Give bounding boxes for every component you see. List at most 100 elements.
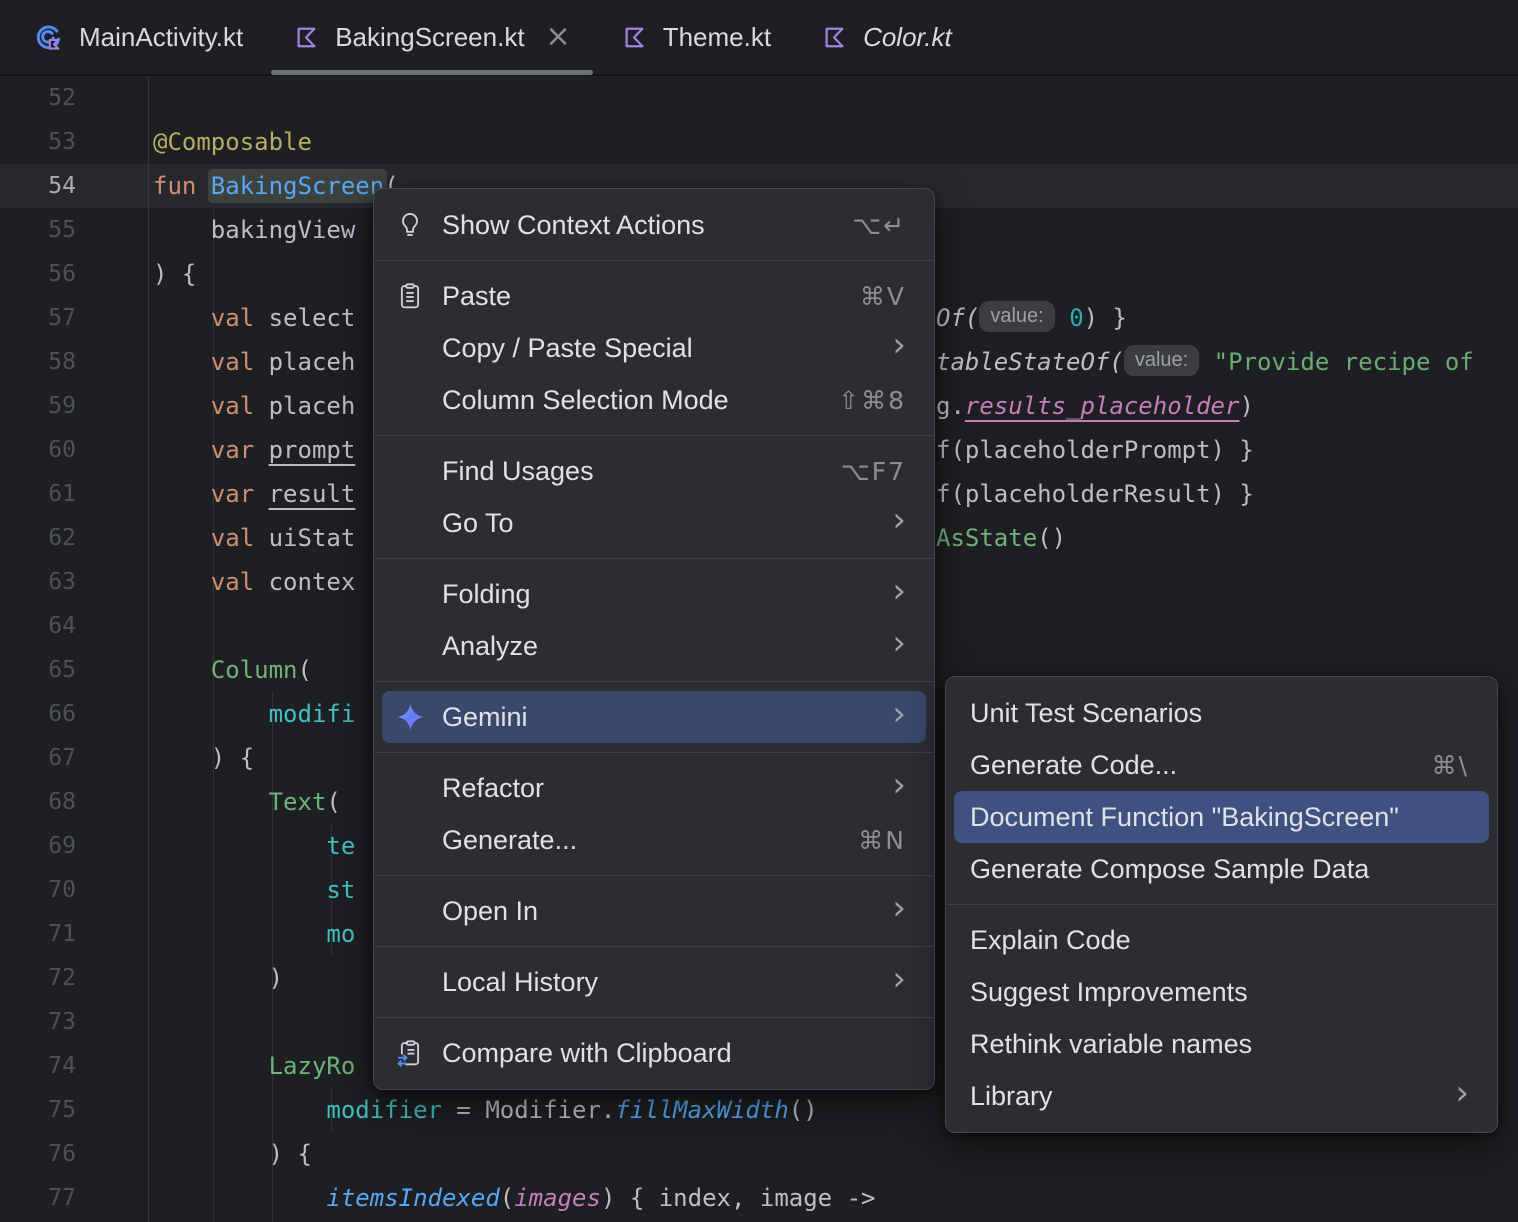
menu-item-find-usages[interactable]: Find Usages ⌥F7 [382, 445, 926, 497]
menu-item-label: Column Selection Mode [442, 384, 729, 415]
menu-item-unit-test-scenarios[interactable]: Unit Test Scenarios [954, 687, 1489, 739]
line-number[interactable]: 59 [0, 384, 76, 428]
code-fragment-right: tableStateOf(value: "Provide recipe of [936, 340, 1474, 384]
editor-gutter: 52 53 54 55 56 57 58 59 60 61 62 63 64 65 66 67 68 69 70 71… [0, 76, 149, 1222]
shortcut-hint: ⌘N [858, 825, 906, 855]
kotlin-main-icon [33, 22, 64, 53]
line-number[interactable]: 62 [0, 516, 76, 560]
line-number[interactable]: 60 [0, 428, 76, 472]
editor-tab-bar: MainActivity.kt BakingScreen.kt × Theme.kt C… [0, 0, 1518, 76]
menu-item-go-to[interactable]: Go To › [382, 497, 926, 549]
menu-item-gemini[interactable]: Gemini › [382, 691, 926, 743]
line-number[interactable]: 65 [0, 648, 76, 692]
line-number[interactable]: 69 [0, 824, 76, 868]
close-tab-icon[interactable]: × [546, 22, 571, 52]
line-number[interactable]: 77 [0, 1176, 76, 1220]
editor-context-menu: Show Context Actions ⌥↵ Paste ⌘V Copy / Past… [373, 188, 935, 1090]
menu-item-open-in[interactable]: Open In › [382, 885, 926, 937]
menu-item-label: Open In [442, 895, 539, 926]
menu-item-refactor[interactable]: Refactor › [382, 762, 926, 814]
menu-item-rethink-variable-names[interactable]: Rethink variable names [954, 1018, 1489, 1070]
line-number[interactable]: 61 [0, 472, 76, 516]
menu-item-suggest-improvements[interactable]: Suggest Improvements [954, 966, 1489, 1018]
tab-bakingscreen-kt[interactable]: BakingScreen.kt × [268, 0, 595, 75]
line-number[interactable]: 58 [0, 340, 76, 384]
line-number[interactable]: 74 [0, 1044, 76, 1088]
kotlin-file-icon [821, 24, 848, 51]
menu-item-paste[interactable]: Paste ⌘V [382, 270, 926, 322]
inlay-hint-value: value: [979, 300, 1055, 332]
tab-label: Color.kt [863, 21, 952, 52]
menu-item-label: Find Usages [442, 455, 594, 486]
menu-item-copy-paste-special[interactable]: Copy / Paste Special › [382, 322, 926, 374]
line-number[interactable]: 73 [0, 1000, 76, 1044]
menu-item-label: Paste [442, 280, 512, 311]
menu-item-label: Analyze [442, 630, 539, 661]
menu-item-column-selection-mode[interactable]: Column Selection Mode ⇧⌘8 [382, 374, 926, 426]
shortcut-hint: ⌘V [859, 281, 906, 311]
clipboard-icon [395, 281, 425, 311]
line-number[interactable]: 70 [0, 868, 76, 912]
menu-item-folding[interactable]: Folding › [382, 568, 926, 620]
menu-item-label: Local History [442, 966, 599, 997]
code-fragment-right: Of(value: 0) } [936, 296, 1127, 340]
code-line-52[interactable] [153, 76, 1518, 120]
menu-item-label: Unit Test Scenarios [970, 697, 1203, 728]
tab-theme-kt[interactable]: Theme.kt [596, 0, 796, 74]
line-number[interactable]: 64 [0, 604, 76, 648]
menu-item-label: Folding [442, 578, 531, 609]
menu-item-label: Refactor [442, 772, 545, 803]
line-number[interactable]: 54 [0, 164, 76, 208]
menu-item-label: Document Function "BakingScreen" [970, 801, 1399, 832]
code-fragment-right: f(placeholderResult) } [936, 480, 1254, 508]
menu-item-compare-with-clipboard[interactable]: Compare with Clipboard [382, 1027, 926, 1079]
menu-item-local-history[interactable]: Local History › [382, 956, 926, 1008]
clipboard-compare-icon [395, 1038, 425, 1068]
menu-separator [375, 681, 933, 682]
line-number[interactable]: 52 [0, 76, 76, 120]
line-number[interactable]: 75 [0, 1088, 76, 1132]
menu-separator [375, 558, 933, 559]
code-fragment-right: AsState() [936, 524, 1067, 552]
line-number[interactable]: 71 [0, 912, 76, 956]
active-tab-underline [271, 70, 593, 75]
menu-item-generate-compose-sample-data[interactable]: Generate Compose Sample Data [954, 843, 1489, 895]
code-line-53[interactable]: @Composable [153, 120, 1518, 164]
line-number[interactable]: 67 [0, 736, 76, 780]
menu-item-document-function-bakingscreen[interactable]: Document Function "BakingScreen" [954, 791, 1489, 843]
menu-item-label: Copy / Paste Special [442, 332, 693, 363]
line-number[interactable]: 68 [0, 780, 76, 824]
gemini-icon [395, 702, 426, 733]
submenu-chevron-icon: › [892, 765, 906, 805]
menu-item-generate[interactable]: Generate... ⌘N [382, 814, 926, 866]
line-number[interactable]: 72 [0, 956, 76, 1000]
line-number[interactable]: 76 [0, 1132, 76, 1176]
code-line-77[interactable]: itemsIndexed(images) { index, image -> [153, 1176, 1518, 1220]
menu-item-show-context-actions[interactable]: Show Context Actions ⌥↵ [382, 199, 926, 251]
line-number[interactable]: 56 [0, 252, 76, 296]
menu-item-library[interactable]: Library › [954, 1070, 1489, 1122]
shortcut-hint: ⌥F7 [840, 456, 906, 486]
line-number[interactable]: 66 [0, 692, 76, 736]
submenu-chevron-icon: › [892, 500, 906, 540]
tab-color-kt[interactable]: Color.kt [796, 0, 977, 74]
menu-separator [375, 875, 933, 876]
submenu-chevron-icon: › [892, 571, 906, 611]
menu-item-label: Generate Code... [970, 749, 1178, 780]
line-number[interactable]: 53 [0, 120, 76, 164]
menu-item-explain-code[interactable]: Explain Code [954, 914, 1489, 966]
menu-separator [375, 435, 933, 436]
code-line-76[interactable]: ) { [153, 1132, 1518, 1176]
menu-separator [375, 1017, 933, 1018]
shortcut-hint: ⌥↵ [852, 210, 906, 240]
menu-item-label: Show Context Actions [442, 209, 705, 240]
line-number[interactable]: 63 [0, 560, 76, 604]
menu-item-generate-code[interactable]: Generate Code... ⌘\ [954, 739, 1489, 791]
tab-mainactivity-kt[interactable]: MainActivity.kt [8, 0, 268, 74]
menu-item-analyze[interactable]: Analyze › [382, 620, 926, 672]
line-number[interactable]: 55 [0, 208, 76, 252]
menu-separator [375, 752, 933, 753]
android-studio-window: MainActivity.kt BakingScreen.kt × Theme.kt C… [0, 0, 1518, 1222]
line-number[interactable]: 57 [0, 296, 76, 340]
menu-item-label: Gemini [442, 701, 528, 732]
